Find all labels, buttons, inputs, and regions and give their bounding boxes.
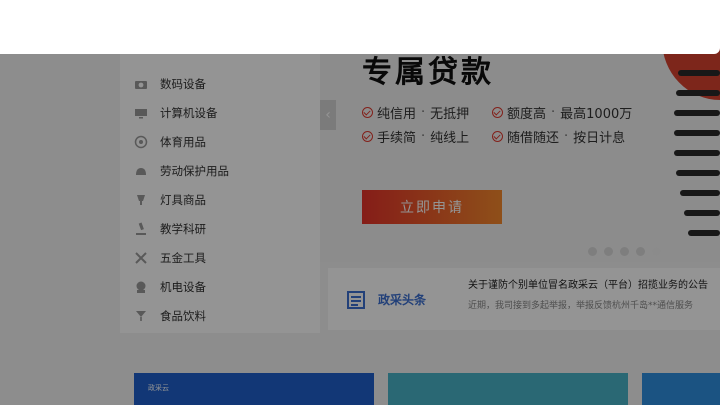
feature-text: 额度高 xyxy=(507,107,547,122)
carousel-dot-active[interactable] xyxy=(652,247,661,256)
cup-icon xyxy=(134,309,148,323)
feature-text: 手续简 xyxy=(377,131,417,146)
category-item-computer[interactable]: 计算机设备 xyxy=(134,102,218,124)
headline-subtitle[interactable]: 近期，我司接到多起举报，举报反馈杭州千岛**通信服务 xyxy=(468,298,693,311)
category-item-sports[interactable]: 体育用品 xyxy=(134,131,206,153)
top-popup-bar xyxy=(0,0,720,54)
category-label: 体育用品 xyxy=(160,135,206,149)
motor-icon xyxy=(134,280,148,294)
helmet-icon xyxy=(134,164,148,178)
carousel-dot[interactable] xyxy=(588,247,597,256)
apply-button[interactable]: 立即申请 xyxy=(362,190,502,224)
category-item-hardware[interactable]: 五金工具 xyxy=(134,247,206,269)
feature-text: 随借随还 xyxy=(507,131,560,146)
headline-label: 政采头条 xyxy=(378,293,427,307)
carousel-dot[interactable] xyxy=(604,247,613,256)
feature-text: 纯线上 xyxy=(430,131,470,146)
feature-row-2b: 随借随还 · 按日计息 xyxy=(492,127,625,146)
carousel-dot[interactable] xyxy=(620,247,629,256)
feature-row-2: 手续简 · 纯线上 xyxy=(362,127,469,146)
category-label: 机电设备 xyxy=(160,280,206,294)
feature-text: 最高1000万 xyxy=(560,107,633,122)
check-circle-icon xyxy=(362,107,373,118)
banner-prev-button[interactable]: ‹ xyxy=(320,100,336,130)
category-item-food[interactable]: 食品饮料 xyxy=(134,305,206,327)
camera-icon xyxy=(134,77,148,91)
tools-icon xyxy=(134,251,148,265)
feature-text: 无抵押 xyxy=(430,107,470,122)
microscope-icon xyxy=(134,222,148,236)
check-circle-icon xyxy=(362,131,373,142)
lamp-icon xyxy=(134,193,148,207)
category-label: 食品饮料 xyxy=(160,309,206,323)
feature-text: 纯信用 xyxy=(377,107,417,122)
check-circle-icon xyxy=(492,107,503,118)
ball-icon xyxy=(134,135,148,149)
category-item-protection[interactable]: 劳动保护用品 xyxy=(134,160,229,182)
category-label: 数码设备 xyxy=(160,77,206,91)
category-label: 教学科研 xyxy=(160,222,206,236)
feature-row-1: 纯信用 · 无抵押 xyxy=(362,103,469,122)
carousel-dot[interactable] xyxy=(636,247,645,256)
chevron-left-icon: ‹ xyxy=(325,107,331,123)
news-icon xyxy=(347,291,365,309)
check-circle-icon xyxy=(492,131,503,142)
headline-title-link[interactable]: 关于谨防个别单位冒名政采云（平台）招揽业务的公告 xyxy=(468,276,708,291)
category-label: 灯具商品 xyxy=(160,193,206,207)
promo-card-tag: 政采云 xyxy=(148,384,169,392)
category-item-electromechanical[interactable]: 机电设备 xyxy=(134,276,206,298)
category-item-digital[interactable]: 数码设备 xyxy=(134,73,206,95)
feature-text: 按日计息 xyxy=(573,131,626,146)
promo-card-3[interactable] xyxy=(642,373,720,405)
category-label: 计算机设备 xyxy=(160,106,218,120)
computer-icon xyxy=(134,106,148,120)
promo-card-1[interactable]: 政采云 xyxy=(134,373,374,405)
page: 数码设备 计算机设备 体育用品 劳动保护用品 灯具商品 教学科研 五金工具 机电… xyxy=(0,0,720,405)
category-label: 劳动保护用品 xyxy=(160,164,229,178)
category-label: 五金工具 xyxy=(160,251,206,265)
news-headline-panel: 政采头条 关于谨防个别单位冒名政采云（平台）招揽业务的公告 近期，我司接到多起举… xyxy=(328,268,720,330)
category-item-education[interactable]: 教学科研 xyxy=(134,218,206,240)
feature-row-1b: 额度高 · 最高1000万 xyxy=(492,103,632,122)
promo-card-2[interactable] xyxy=(388,373,628,405)
category-item-lighting[interactable]: 灯具商品 xyxy=(134,189,206,211)
carousel-dots xyxy=(588,247,661,256)
